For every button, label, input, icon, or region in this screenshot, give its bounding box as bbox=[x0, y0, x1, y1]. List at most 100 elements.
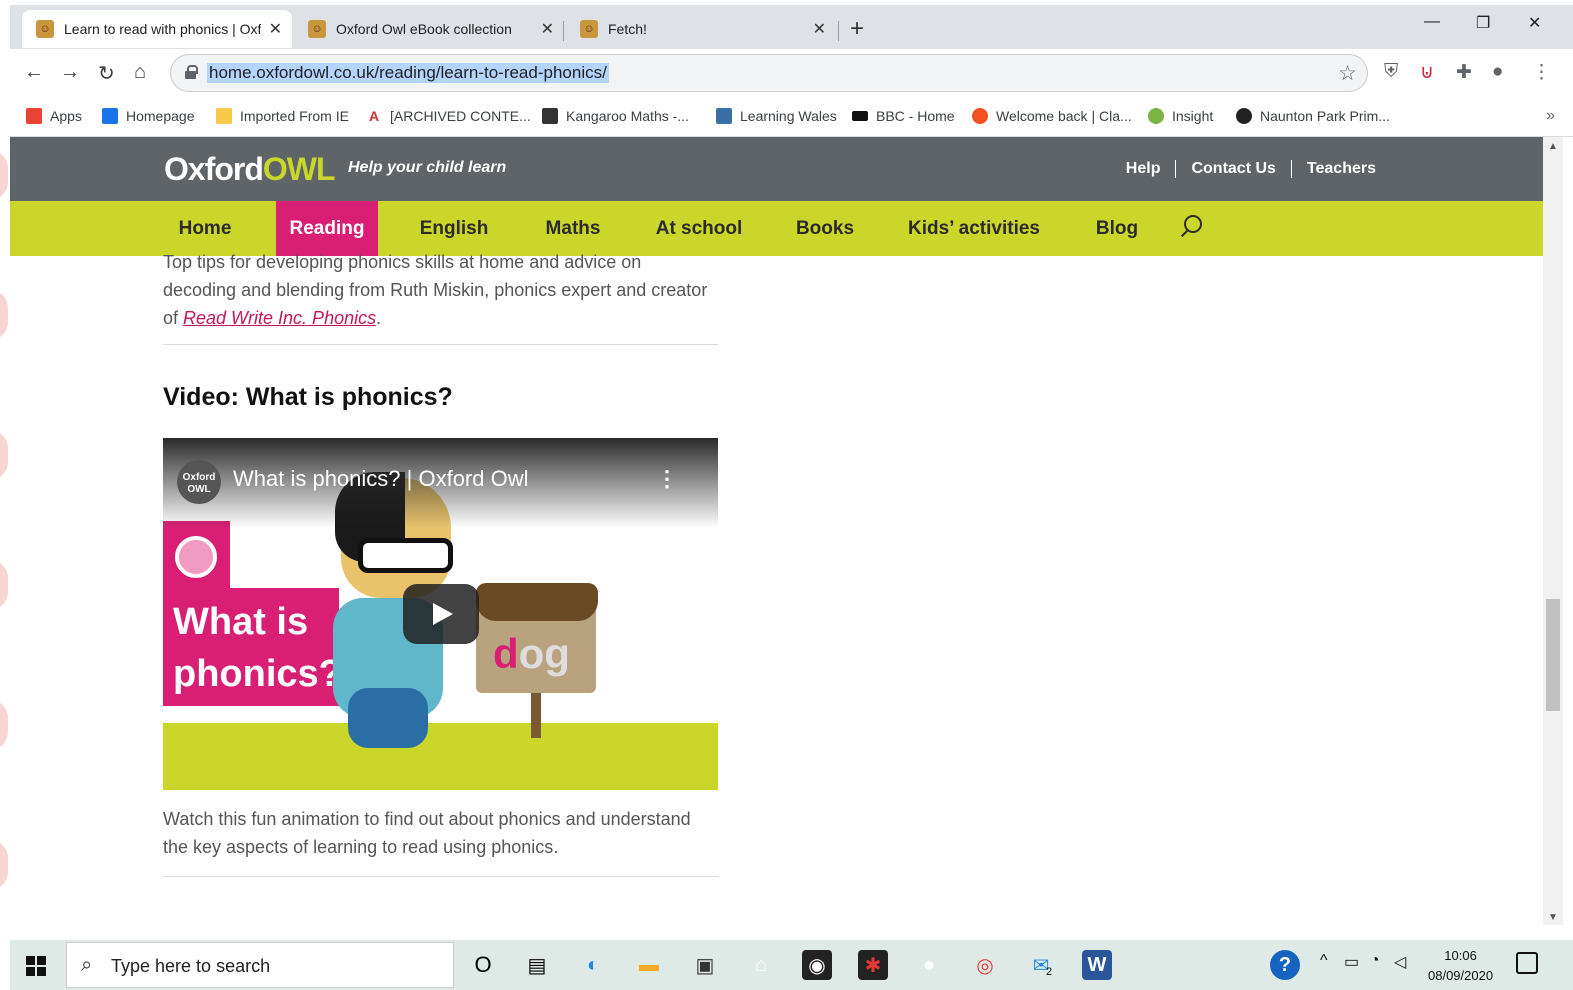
insight-icon bbox=[1148, 108, 1164, 124]
close-tab-icon[interactable]: ✕ bbox=[541, 19, 554, 39]
scrollbar-thumb[interactable] bbox=[1546, 599, 1560, 711]
restore-button[interactable]: ❐ bbox=[1476, 13, 1490, 33]
scroll-down-icon[interactable]: ▼ bbox=[1548, 912, 1558, 923]
bookmark-star-icon[interactable]: ☆ bbox=[1338, 61, 1357, 86]
shield-extension-icon[interactable]: ⛨ bbox=[1384, 61, 1398, 83]
help-icon[interactable]: ? bbox=[1270, 950, 1300, 980]
read-write-inc-link[interactable]: Read Write Inc. Phonics bbox=[183, 308, 376, 328]
tab-strip: ☺ Learn to read with phonics | Oxfo ✕ ☺ … bbox=[10, 5, 1573, 49]
video-player[interactable]: What is phonics? dog Oxford OWL What is p… bbox=[163, 438, 718, 790]
tab-separator bbox=[563, 21, 564, 41]
bookmark-kangaroo-maths[interactable]: Kangaroo Maths -... bbox=[542, 108, 689, 124]
tab-ebook-collection[interactable]: ☺ Oxford Owl eBook collection ✕ bbox=[294, 10, 564, 48]
teachers-link[interactable]: Teachers bbox=[1290, 160, 1391, 178]
page-scrollbar[interactable]: ▲ ▼ bbox=[1543, 137, 1563, 925]
bookmark-bbc[interactable]: BBC - Home bbox=[852, 108, 955, 124]
nav-books[interactable]: Books bbox=[782, 201, 868, 256]
tab-learn-phonics[interactable]: ☺ Learn to read with phonics | Oxfo ✕ bbox=[22, 10, 292, 48]
bookmark-naunton-park[interactable]: Naunton Park Prim... bbox=[1236, 108, 1390, 124]
character-legs bbox=[348, 688, 428, 748]
wifi-icon[interactable]: ◔ bbox=[1370, 952, 1380, 970]
tray-chevron-icon[interactable]: ^ bbox=[1320, 952, 1328, 970]
browser-menu-icon[interactable]: ⋮ bbox=[1532, 61, 1551, 84]
tab-fetch[interactable]: ☺ Fetch! ✕ bbox=[566, 10, 836, 48]
home-app-icon[interactable]: ⌂ bbox=[746, 950, 776, 980]
article-content: Top tips for developing phonics skills a… bbox=[163, 252, 718, 877]
windows-start-icon[interactable] bbox=[26, 956, 46, 976]
hp-icon[interactable]: ● bbox=[914, 950, 944, 980]
file-explorer-icon[interactable]: ▬ bbox=[634, 950, 664, 980]
video-title-card-text: What is phonics? bbox=[173, 601, 342, 695]
intro-paragraph: Top tips for developing phonics skills a… bbox=[163, 252, 708, 328]
bookmarks-bar: Apps Homepage Imported From IE A [ARCHIVE… bbox=[10, 97, 1573, 137]
clock-date: 08/09/2020 bbox=[1428, 968, 1494, 983]
cortana-icon[interactable]: O bbox=[468, 950, 498, 980]
close-window-button[interactable]: ✕ bbox=[1528, 13, 1541, 33]
bookmark-apps[interactable]: Apps bbox=[26, 108, 82, 124]
browser-toolbar: ← → ↻ ⌂ home.oxfordowl.co.uk/reading/lea… bbox=[10, 49, 1573, 97]
home-button[interactable]: ⌂ bbox=[134, 61, 146, 84]
taskbar-search-box[interactable]: ⌕ Type here to search bbox=[66, 942, 454, 988]
taskbar-clock[interactable]: 10:06 08/09/2020 bbox=[1428, 946, 1493, 986]
tab-title: Fetch! bbox=[608, 21, 647, 37]
bookmark-class-dojo[interactable]: Welcome back | Cla... bbox=[972, 108, 1132, 124]
bookmark-label: Apps bbox=[50, 108, 82, 124]
bookmark-learning-wales[interactable]: Learning Wales bbox=[716, 108, 837, 124]
notifications-icon[interactable] bbox=[1516, 952, 1538, 974]
back-button[interactable]: ← bbox=[24, 61, 44, 84]
store-bag-icon[interactable]: ▣ bbox=[690, 950, 720, 980]
url-text[interactable]: home.oxfordowl.co.uk/reading/learn-to-re… bbox=[207, 63, 609, 83]
search-icon[interactable] bbox=[1178, 215, 1202, 241]
play-button-icon[interactable] bbox=[403, 584, 479, 644]
close-tab-icon[interactable]: ✕ bbox=[813, 19, 826, 39]
more-bookmarks-chevron-icon[interactable]: » bbox=[1546, 107, 1555, 125]
help-link[interactable]: Help bbox=[1111, 160, 1176, 178]
nav-kids-activities[interactable]: Kids’ activities bbox=[898, 201, 1050, 256]
pocket-extension-icon[interactable]: ⊍ bbox=[1420, 61, 1434, 84]
bookmark-imported-ie[interactable]: Imported From IE bbox=[216, 108, 349, 124]
search-magnifier-icon: ⌕ bbox=[81, 954, 93, 976]
task-view-icon[interactable]: ▤ bbox=[522, 950, 552, 980]
new-tab-button[interactable]: + bbox=[850, 15, 864, 43]
bookmark-homepage[interactable]: Homepage bbox=[102, 108, 195, 124]
bookmark-label: Learning Wales bbox=[740, 108, 837, 124]
windows-taskbar: ⌕ Type here to search O ▤ ◐ ▬ ▣ ⌂ ◉ ✱ ● … bbox=[10, 940, 1573, 990]
nav-blog[interactable]: Blog bbox=[1080, 201, 1154, 256]
address-bar[interactable]: home.oxfordowl.co.uk/reading/learn-to-re… bbox=[170, 54, 1368, 92]
battery-icon[interactable]: ▭ bbox=[1344, 952, 1359, 972]
clock-time: 10:06 bbox=[1444, 948, 1477, 963]
reload-button[interactable]: ↻ bbox=[98, 61, 115, 86]
camera-app-icon[interactable]: ◉ bbox=[802, 950, 832, 980]
tab-title: Oxford Owl eBook collection bbox=[336, 21, 512, 37]
volume-icon[interactable]: ◁ bbox=[1394, 952, 1406, 972]
paint-app-icon[interactable]: ✱ bbox=[858, 950, 888, 980]
video-scene-grass bbox=[163, 723, 718, 790]
bookmark-label: BBC - Home bbox=[876, 108, 955, 124]
minimize-button[interactable]: — bbox=[1424, 13, 1440, 31]
video-caption: Watch this fun animation to find out abo… bbox=[163, 809, 691, 857]
bookmark-insight[interactable]: Insight bbox=[1148, 108, 1213, 124]
oxford-owl-logo[interactable]: OxfordOWL bbox=[164, 151, 336, 188]
scroll-up-icon[interactable]: ▲ bbox=[1548, 141, 1558, 152]
school-owl-icon bbox=[1236, 108, 1252, 124]
learning-wales-icon bbox=[716, 108, 732, 124]
chrome-icon[interactable]: ◎ bbox=[970, 950, 1000, 980]
video-title[interactable]: What is phonics? | Oxford Owl bbox=[233, 466, 529, 492]
word-icon[interactable]: W bbox=[1082, 950, 1112, 980]
tab-separator bbox=[838, 21, 839, 41]
channel-avatar[interactable]: Oxford OWL bbox=[177, 460, 221, 504]
dog-sign-text: dog bbox=[493, 630, 570, 677]
contact-us-link[interactable]: Contact Us bbox=[1175, 160, 1290, 178]
profile-avatar-icon[interactable]: ● bbox=[1492, 61, 1503, 83]
taskbar-search-placeholder: Type here to search bbox=[111, 956, 271, 976]
puzzle-extensions-icon[interactable]: ✚ bbox=[1456, 61, 1472, 84]
bookmark-archived[interactable]: A [ARCHIVED CONTE... bbox=[366, 108, 531, 124]
mail-badge: 2 bbox=[1046, 966, 1053, 978]
close-tab-icon[interactable]: ✕ bbox=[269, 19, 282, 39]
edge-browser-icon[interactable]: ◐ bbox=[578, 950, 608, 980]
bookmark-label: Insight bbox=[1172, 108, 1214, 124]
owl-favicon-icon: ☺ bbox=[36, 20, 54, 38]
forward-button[interactable]: → bbox=[60, 61, 80, 84]
video-menu-icon[interactable]: ⋮ bbox=[656, 466, 678, 492]
divider bbox=[163, 344, 718, 345]
